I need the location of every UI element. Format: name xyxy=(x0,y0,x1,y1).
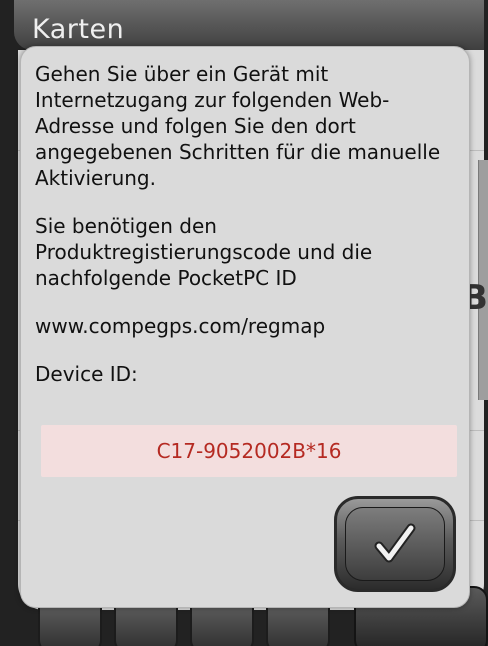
ok-button[interactable] xyxy=(334,496,456,592)
ok-button-face[interactable] xyxy=(345,507,445,581)
device-id-value: C17-9052002B*16 xyxy=(41,425,457,477)
activation-dialog: Gehen Sie über ein Gerät mit Internetzug… xyxy=(20,46,470,608)
registration-url: www.compegps.com/regmap xyxy=(35,314,326,338)
dialog-message: Gehen Sie über ein Gerät mit Internetzug… xyxy=(35,61,455,395)
instruction-paragraph: Gehen Sie über ein Gerät mit Internetzug… xyxy=(35,62,441,190)
app-screen: Karten B Gehen Sie über ein Gerät mit In… xyxy=(0,0,488,646)
check-icon xyxy=(346,508,444,580)
requirement-paragraph: Sie benötigen den Produktregistierungsco… xyxy=(35,214,373,290)
app-title: Karten xyxy=(32,14,125,45)
device-id-label: Device ID: xyxy=(35,362,138,386)
